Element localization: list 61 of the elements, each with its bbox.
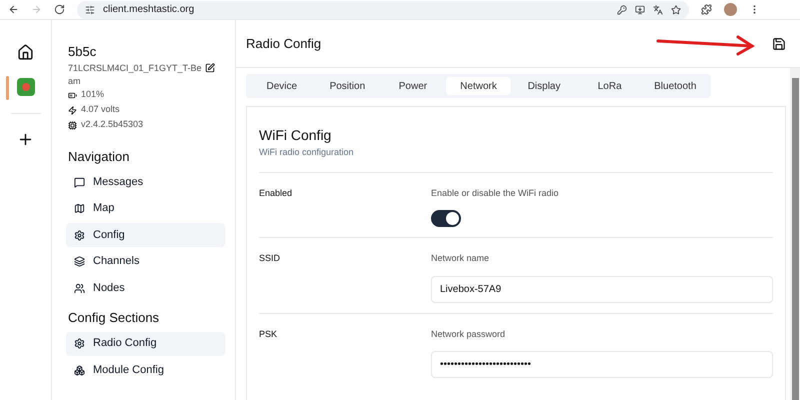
back-icon[interactable]: [8, 4, 19, 15]
address-bar[interactable]: client.meshtastic.org: [77, 0, 689, 18]
node-avatar[interactable]: [16, 78, 34, 96]
sidebar-item[interactable]: Messages: [66, 170, 225, 194]
sidebar-item[interactable]: Module Config: [66, 358, 225, 382]
input-field[interactable]: ••••••••••••••••••••••••••: [431, 351, 773, 378]
save-icon[interactable]: [772, 36, 786, 50]
section-heading: Config Sections: [68, 309, 160, 327]
map-icon: [74, 203, 85, 214]
settings-icon: [74, 338, 85, 349]
tab[interactable]: Device: [249, 77, 315, 95]
voltage-text: 4.07 volts: [81, 103, 120, 116]
sidebar-item[interactable]: Radio Config: [66, 332, 225, 356]
site-info-icon[interactable]: [85, 4, 95, 14]
input-field[interactable]: Livebox-57A9: [431, 276, 773, 302]
field-description: Enable or disable the WiFi radio: [431, 186, 560, 200]
star-icon[interactable]: [671, 4, 681, 14]
home-icon[interactable]: [17, 44, 34, 61]
active-indicator: [6, 76, 8, 100]
install-icon[interactable]: [635, 4, 645, 14]
field-label: SSID: [259, 252, 282, 265]
layers-icon: [74, 256, 85, 267]
key-icon[interactable]: [617, 4, 627, 14]
tab[interactable]: Display: [511, 77, 577, 95]
lightning-icon: [68, 106, 77, 114]
scrollbar[interactable]: [790, 68, 800, 400]
translate-icon[interactable]: [653, 4, 663, 14]
firmware-version: v2.4.2.5b45303: [81, 118, 144, 132]
reload-icon[interactable]: [54, 4, 65, 15]
chip-icon: [68, 120, 77, 130]
field-label: PSK: [259, 328, 278, 340]
battery-icon: [68, 90, 77, 100]
add-icon[interactable]: [17, 131, 34, 148]
card-description: WiFi radio configuration: [259, 146, 355, 159]
sidebar-item[interactable]: Map: [66, 196, 225, 220]
sidebar-item[interactable]: Nodes: [66, 276, 225, 300]
page-title: Radio Config: [246, 34, 322, 53]
settings-icon: [74, 230, 85, 240]
url-text: client.meshtastic.org: [103, 3, 194, 17]
field-label: Enabled: [259, 186, 294, 200]
battery-level: 101%: [81, 88, 104, 102]
tab[interactable]: Network: [446, 77, 512, 95]
field-description: Network name: [431, 252, 490, 265]
tab[interactable]: Power: [380, 77, 446, 95]
profile-avatar[interactable]: [724, 3, 737, 16]
users-icon: [74, 282, 85, 294]
tab[interactable]: LoRa: [576, 77, 642, 95]
card-title: WiFi Config: [259, 126, 332, 145]
tab[interactable]: Position: [314, 77, 380, 95]
boxes-icon: [74, 364, 85, 376]
field-description: Network password: [431, 328, 506, 341]
sidebar-item[interactable]: Channels: [66, 250, 225, 274]
extensions-icon[interactable]: [701, 4, 712, 15]
edit-icon[interactable]: [205, 62, 215, 72]
section-heading: Navigation: [68, 148, 130, 166]
device-id: 71LCRSLM4CI_01_F1GYT_T-Beam: [68, 62, 203, 88]
device-name: 5b5c: [68, 43, 98, 61]
toggle-switch[interactable]: [431, 210, 461, 227]
sidebar-item[interactable]: Config: [66, 223, 225, 247]
tab[interactable]: Bluetooth: [642, 77, 708, 95]
message-icon: [74, 176, 85, 188]
